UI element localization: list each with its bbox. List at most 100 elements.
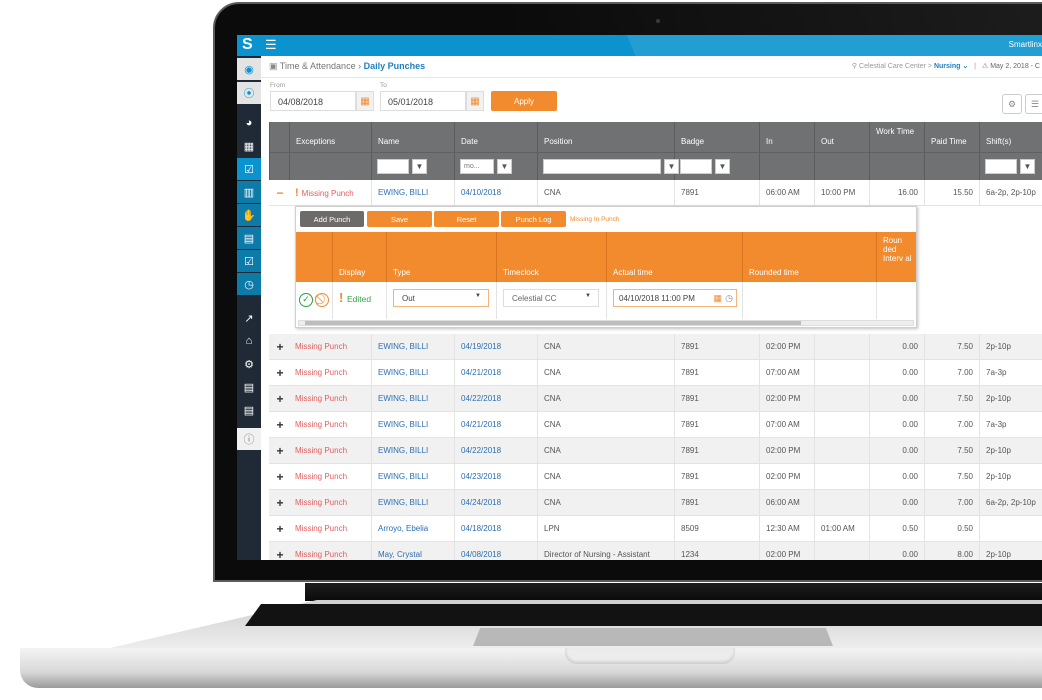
settings-gear-icon[interactable]: ⚙ — [1002, 94, 1022, 114]
name-cell[interactable]: May, Crystal — [371, 542, 454, 560]
bank-icon[interactable]: ⌂ — [237, 330, 261, 352]
date-cell[interactable]: 04/22/2018 — [454, 386, 537, 412]
name-cell[interactable]: EWING, BILLI — [371, 360, 454, 386]
exception-label[interactable]: Missing Punch — [295, 342, 347, 351]
bar-chart-icon[interactable]: ▥ — [237, 181, 261, 203]
calendar-icon[interactable]: ▦ — [356, 91, 374, 111]
name-cell[interactable]: EWING, BILLI — [371, 490, 454, 516]
name-cell[interactable]: EWING, BILLI — [371, 180, 454, 206]
shifts-filter-input[interactable] — [985, 159, 1017, 174]
expand-icon[interactable]: + — [273, 516, 287, 542]
exception-label[interactable]: Missing Punch — [295, 550, 347, 559]
name-cell[interactable]: EWING, BILLI — [371, 334, 454, 360]
id-card-icon[interactable]: ▤ — [237, 227, 261, 249]
table-row[interactable]: + Missing Punch EWING, BILLI 04/22/2018 CNA 7… — [269, 438, 1042, 464]
date-cell[interactable]: 04/18/2018 — [454, 516, 537, 542]
table-row[interactable]: + Missing Punch EWING, BILLI 04/21/2018 CNA 7… — [269, 360, 1042, 386]
expand-icon[interactable]: + — [273, 412, 287, 438]
detail-column-timeclock[interactable]: Timeclock — [496, 232, 606, 282]
calendar-icon[interactable]: ▦ — [713, 293, 722, 304]
detail-column-actions[interactable] — [296, 232, 332, 282]
detail-column-rounded-time[interactable]: Rounded time — [742, 232, 876, 282]
collapse-icon[interactable]: − — [273, 180, 287, 206]
column-header-expand[interactable] — [269, 122, 289, 180]
calendar-icon[interactable]: ▦ — [466, 91, 484, 111]
hamburger-icon[interactable]: ☰ — [265, 37, 277, 53]
calendar-check-icon[interactable]: ☑ — [237, 158, 261, 180]
date-cell[interactable]: 04/24/2018 — [454, 490, 537, 516]
name-cell[interactable]: EWING, BILLI — [371, 386, 454, 412]
exception-label[interactable]: Missing Punch — [295, 368, 347, 377]
table-row[interactable]: + Missing Punch EWING, BILLI 04/24/2018 CNA 7… — [269, 490, 1042, 516]
filter-icon[interactable]: ▼ — [1020, 159, 1035, 174]
name-cell[interactable]: Arroyo, Ebelia — [371, 516, 454, 542]
breadcrumb-parent[interactable]: Time & Attendance — [280, 61, 356, 71]
name-filter-input[interactable] — [377, 159, 409, 174]
type-select[interactable]: Out ▼ — [393, 289, 489, 307]
date-cell[interactable]: 04/10/2018 — [454, 180, 537, 206]
exception-label[interactable]: Missing Punch — [295, 498, 347, 507]
table-row[interactable]: + Missing Punch EWING, BILLI 04/23/2018 CNA 7… — [269, 464, 1042, 490]
save-button[interactable]: Save — [367, 211, 432, 227]
table-row[interactable]: + Missing Punch EWING, BILLI 04/21/2018 CNA 7… — [269, 412, 1042, 438]
date-cell[interactable]: 04/19/2018 — [454, 334, 537, 360]
exception-label[interactable]: Missing Punch — [295, 394, 347, 403]
calendar-check-icon[interactable]: ☑ — [237, 250, 261, 272]
from-date-input[interactable]: 04/08/2018 — [270, 91, 356, 111]
filter-icon[interactable]: ▼ — [715, 159, 730, 174]
department-dropdown[interactable]: Nursing — [934, 63, 960, 70]
facility-name[interactable]: Celestial Care Center — [859, 63, 926, 70]
column-header-paid-time[interactable]: Paid Time — [924, 122, 979, 180]
punch-log-button[interactable]: Punch Log — [501, 211, 566, 227]
clock-icon[interactable]: ◷ — [725, 293, 733, 304]
exception-label[interactable]: Missing Punch — [295, 420, 347, 429]
filter-icon[interactable]: ▼ — [664, 159, 679, 174]
date-cell[interactable]: 04/21/2018 — [454, 412, 537, 438]
table-row[interactable]: + Missing Punch May, Crystal 04/08/2018 Dire… — [269, 542, 1042, 560]
app-logo[interactable]: S — [242, 36, 253, 54]
expand-icon[interactable]: + — [273, 464, 287, 490]
filter-icon[interactable]: ▼ — [412, 159, 427, 174]
add-punch-button[interactable]: Add Punch — [300, 211, 364, 227]
detail-column-actual-time[interactable]: Actual time — [606, 232, 742, 282]
table-row[interactable]: + Missing Punch EWING, BILLI 04/22/2018 CNA 7… — [269, 386, 1042, 412]
table-row[interactable]: + Missing Punch EWING, BILLI 04/19/2018 CNA 7… — [269, 334, 1042, 360]
exception-label[interactable]: Missing Punch — [295, 472, 347, 481]
timeclock-select[interactable]: Celestial CC ▼ — [503, 289, 599, 307]
calendar-grid-icon[interactable]: ▦ — [237, 135, 261, 157]
date-filter-input[interactable]: mo... — [460, 159, 494, 174]
apply-button[interactable]: Apply — [491, 91, 557, 111]
scrollbar-thumb[interactable] — [305, 321, 801, 325]
line-chart-icon[interactable]: ↗ — [237, 307, 261, 329]
info-icon[interactable]: ⓘ — [237, 428, 261, 450]
chevron-down-icon[interactable]: ⌄ — [962, 63, 968, 70]
date-cell[interactable]: 04/22/2018 — [454, 438, 537, 464]
name-cell[interactable]: EWING, BILLI — [371, 438, 454, 464]
date-cell[interactable]: 04/23/2018 — [454, 464, 537, 490]
horizontal-scrollbar[interactable] — [298, 320, 914, 326]
exception-label[interactable]: Missing Punch — [302, 189, 354, 198]
name-cell[interactable]: EWING, BILLI — [371, 464, 454, 490]
table-row[interactable]: −! Missing Punch EWING, BILLI 04/10/2018 CNA… — [269, 180, 1042, 206]
expand-icon[interactable]: + — [273, 490, 287, 516]
expand-icon[interactable]: + — [273, 386, 287, 412]
approve-check-icon[interactable]: ✓ — [299, 293, 313, 307]
reset-button[interactable]: Reset — [434, 211, 499, 227]
expand-icon[interactable]: + — [273, 542, 287, 560]
current-date[interactable]: May 2, 2018 - C — [990, 63, 1040, 70]
name-cell[interactable]: EWING, BILLI — [371, 412, 454, 438]
expand-icon[interactable]: + — [273, 334, 287, 360]
location-pin-icon[interactable]: ⦿ — [237, 82, 261, 104]
filter-icon[interactable]: ▼ — [497, 159, 512, 174]
column-header-out[interactable]: Out — [814, 122, 869, 180]
pie-chart-icon[interactable]: ◕ — [237, 112, 261, 134]
gears-icon[interactable]: ⚙ — [237, 353, 261, 375]
column-header-in[interactable]: In — [759, 122, 814, 180]
id-card-icon[interactable]: ▤ — [237, 376, 261, 398]
detail-column-type[interactable]: Type — [386, 232, 496, 282]
clock-icon[interactable]: ◷ — [237, 273, 261, 295]
column-header-exceptions[interactable]: Exceptions — [289, 122, 371, 180]
reject-ban-icon[interactable]: ⃠ — [315, 293, 329, 307]
list-icon[interactable]: ▤ — [237, 399, 261, 421]
user-avatar-icon[interactable]: ◉ — [237, 58, 261, 80]
